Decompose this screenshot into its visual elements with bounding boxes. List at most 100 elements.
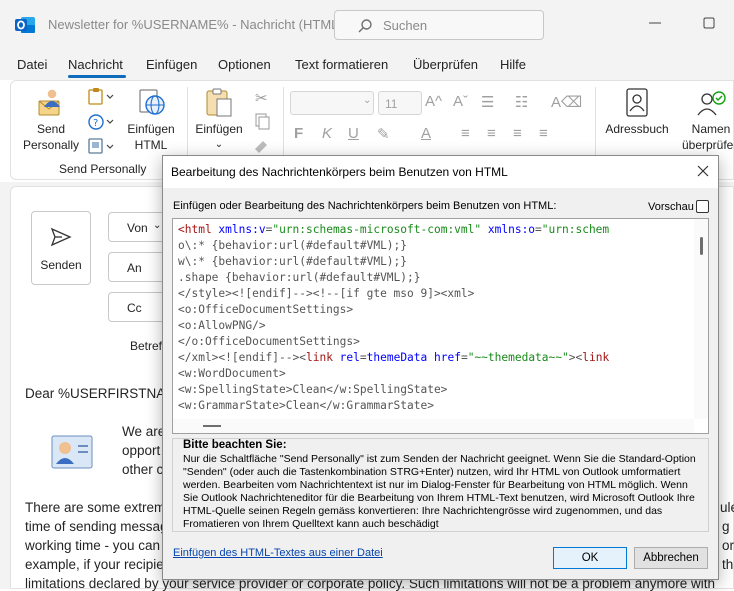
- ribbon-group-label: Send Personally: [59, 162, 147, 176]
- body-line: opport: [122, 443, 161, 458]
- maximize-icon[interactable]: [702, 16, 716, 30]
- dialog-title-bar: Bearbeitung des Nachrichtenkörpers beim …: [163, 156, 718, 188]
- menu-hilfe[interactable]: Hilfe: [500, 57, 526, 72]
- code-token: themeData: [366, 351, 434, 364]
- code-token: w\:* {behavior:url(#default#VML);}: [178, 255, 408, 268]
- subject-label: Betreff: [130, 339, 166, 353]
- code-token: link: [305, 351, 340, 364]
- paste-button[interactable]: Einfügen ⌄: [191, 87, 247, 153]
- code-token: rel: [339, 351, 360, 364]
- code-token: xmlns:v: [218, 223, 266, 236]
- address-book-button[interactable]: Adressbuch: [601, 87, 673, 137]
- check-names-icon: [697, 91, 726, 116]
- preview-label: Vorschau: [648, 201, 694, 213]
- body-line: other c: [122, 462, 164, 477]
- align-center-icon: ≡: [487, 125, 496, 142]
- code-token: </o:OfficeDocumentSettings>: [178, 335, 360, 348]
- insert-from-file-link[interactable]: Einfügen des HTML-Textes aus einer Datei: [173, 547, 383, 559]
- code-token: <w:WordDocument>: [178, 367, 286, 380]
- note-title: Bitte beachten Sie:: [183, 439, 287, 451]
- send-personally-icon: [38, 89, 60, 116]
- search-input[interactable]: Suchen: [334, 10, 544, 40]
- note-text: Nur die Schaltfläche "Send Personally" i…: [183, 453, 696, 530]
- to-button[interactable]: An: [108, 252, 168, 282]
- from-button[interactable]: Von ⌄: [108, 212, 168, 242]
- menu-nachricht[interactable]: Nachricht: [68, 57, 123, 72]
- body-line-fragment: th: [722, 557, 734, 572]
- numbering-icon: ☷: [515, 94, 529, 111]
- preview-checkbox[interactable]: [696, 200, 709, 213]
- note-box: Bitte beachten Sie: Nur die Schaltfläche…: [172, 438, 709, 532]
- align-left-icon: ≡: [461, 125, 470, 142]
- svg-text:?: ?: [93, 118, 98, 129]
- menu-text-formatieren[interactable]: Text formatieren: [295, 57, 388, 72]
- highlight-icon: ✎: [377, 126, 390, 143]
- cc-button[interactable]: Cc: [108, 292, 168, 322]
- title-bar: Newsletter for %USERNAME% - Nachricht (H…: [0, 0, 734, 50]
- code-token: link: [582, 351, 610, 364]
- code-line: <w:SpellingState>Clean</w:SpellingState>: [178, 382, 692, 398]
- code-token: xmlns:o: [487, 223, 536, 236]
- bullets-icon: ☰: [481, 94, 495, 111]
- insert-html-button[interactable]: Einfügen HTML: [121, 87, 181, 153]
- code-token: .shape {behavior:url(#default#VML);}: [178, 271, 421, 284]
- send-button[interactable]: Senden: [31, 211, 91, 285]
- font-size-box[interactable]: 11: [378, 91, 422, 115]
- code-line: <w:GrammarState>Clean</w:GrammarState>: [178, 398, 692, 414]
- paste-icon: [206, 88, 232, 117]
- menu-optionen[interactable]: Optionen: [218, 57, 271, 72]
- code-line: </xml><![endif]--><link rel=themeData hr…: [178, 350, 692, 366]
- bold-icon: F: [294, 125, 304, 142]
- code-token: =: [460, 351, 468, 364]
- body-line: working time - you can: [25, 538, 161, 553]
- body-line-fragment: or: [722, 538, 734, 553]
- send-icon: [50, 227, 72, 247]
- body-line: time of sending messag: [25, 519, 168, 534]
- code-token: <html: [178, 223, 219, 236]
- shrink-font-icon: Aˇ: [453, 93, 468, 110]
- body-line: example, if your recipie: [25, 557, 164, 572]
- body-line: There are some extrem: [25, 500, 166, 515]
- code-token: <o:AllowPNG/>: [178, 319, 266, 332]
- clipboard-tools-icons: ✂: [255, 89, 270, 153]
- body-line: We are: [122, 424, 166, 439]
- code-token: </style><![endif]--><!--[if gte mso 9]><…: [178, 287, 475, 300]
- vertical-scrollbar[interactable]: [694, 219, 708, 419]
- cancel-button[interactable]: Abbrechen: [634, 547, 708, 569]
- code-token: "~~themedata~~": [467, 351, 569, 364]
- dialog-prompt: Einfügen oder Bearbeitung des Nachrichte…: [173, 200, 557, 212]
- outlook-app-icon: [15, 17, 35, 33]
- html-code-editor[interactable]: <html xmlns:v = "urn:schemas-microsoft-com…: [172, 218, 709, 434]
- menu-datei[interactable]: Datei: [17, 57, 47, 72]
- align-right-icon: ≡: [513, 125, 522, 142]
- code-line: <o:AllowPNG/>: [178, 318, 692, 334]
- window-title: Newsletter for %USERNAME% - Nachricht (H…: [48, 17, 343, 32]
- code-token: =: [535, 223, 542, 236]
- minimize-icon[interactable]: [648, 16, 662, 30]
- underline-icon: U: [348, 125, 359, 142]
- grow-font-icon: A^: [425, 93, 443, 110]
- justify-icon: ≡: [539, 125, 548, 142]
- dialog-title: Bearbeitung des Nachrichtenkörpers beim …: [171, 165, 508, 179]
- code-line: o\:* {behavior:url(#default#VML);}: [178, 238, 692, 254]
- clear-format-icon: A⌫: [551, 94, 583, 111]
- small-tools-icons[interactable]: ?: [87, 87, 117, 157]
- close-icon[interactable]: [697, 165, 709, 177]
- contact-card-icon: [51, 435, 93, 469]
- horizontal-scrollbar[interactable]: [173, 419, 694, 433]
- ok-button[interactable]: OK: [553, 547, 627, 569]
- font-name-box[interactable]: [290, 91, 374, 115]
- code-token: <w:GrammarState>Clean</w:GrammarState>: [178, 399, 434, 412]
- active-tab-indicator: [68, 75, 126, 78]
- menu-einfuegen[interactable]: Einfügen: [146, 57, 197, 72]
- send-personally-button[interactable]: Send Personally: [19, 87, 83, 153]
- code-token: "urn:schem: [541, 223, 610, 236]
- code-line: </style><![endif]--><!--[if gte mso 9]><…: [178, 286, 692, 302]
- body-line-fragment: ule: [720, 500, 734, 515]
- code-token: =: [359, 351, 367, 364]
- code-content[interactable]: <html xmlns:v = "urn:schemas-microsoft-com…: [178, 222, 692, 418]
- check-names-button[interactable]: Namen überprüfen: [679, 87, 734, 153]
- menu-ueberpruefen[interactable]: Überprüfen: [413, 57, 478, 72]
- search-icon: [358, 19, 372, 33]
